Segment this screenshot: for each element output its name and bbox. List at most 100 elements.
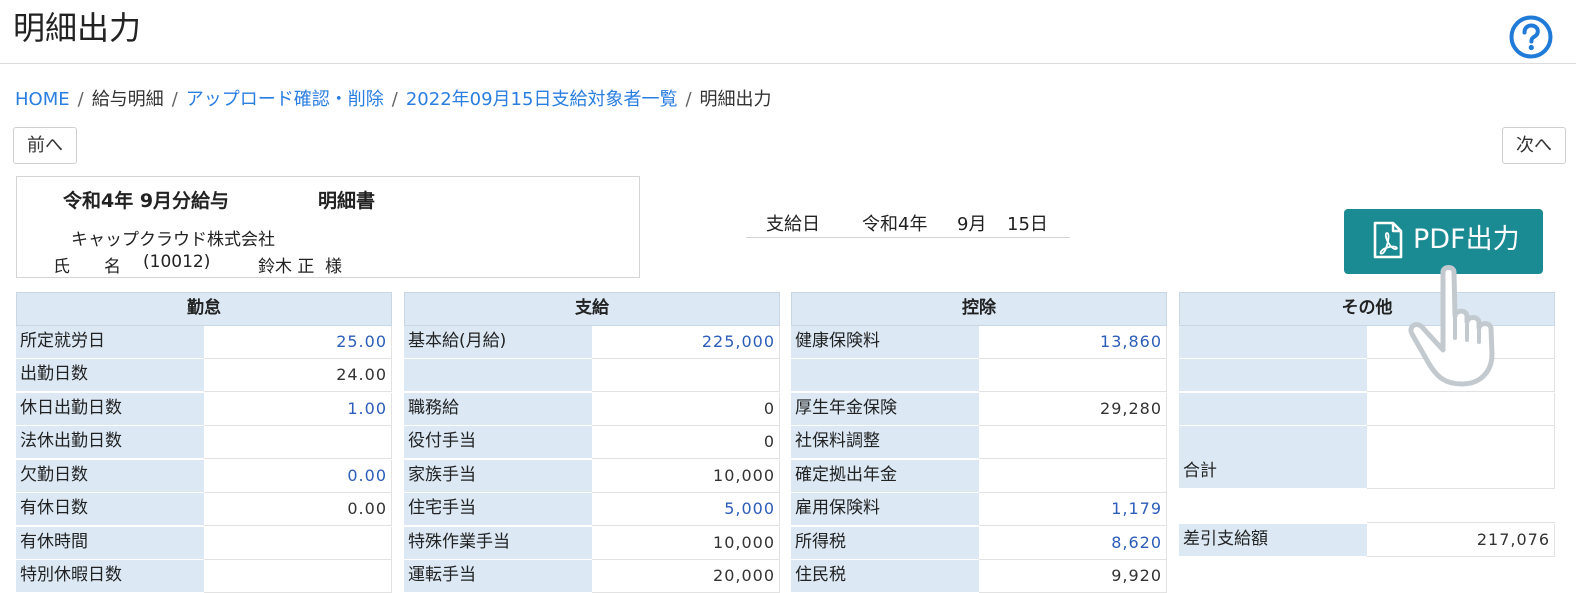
row-value: 25.00 (204, 326, 392, 359)
row-value: 29,280 (979, 393, 1167, 426)
row-value (979, 426, 1167, 459)
row-label (1179, 326, 1367, 359)
row-label: 住宅手当 (404, 493, 592, 526)
table-row: 職務給 0 (404, 393, 780, 426)
pay-date-month: 9月 (957, 214, 987, 235)
row-label: 家族手当 (404, 460, 592, 493)
page-header: 明細出力 (0, 0, 1576, 64)
row-label: 法休出勤日数 (16, 426, 204, 459)
row-label: 厚生年金保険 (791, 393, 979, 426)
attendance-section: 勤怠 所定就労日 25.00 出勤日数 24.00 休日出勤日数 1.00 法休出勤日… (16, 292, 394, 593)
table-row: 家族手当 10,000 (404, 460, 780, 493)
employee-label: 氏 名 (53, 257, 121, 277)
table-row: 法休出勤日数 (16, 426, 392, 459)
spacer-row (1179, 490, 1555, 524)
row-value: 225,000 (592, 326, 780, 359)
table-row: 運転手当 20,000 (404, 560, 780, 593)
pay-date: 支給日 令和4年 9月 15日 (746, 208, 1070, 238)
table-row: 特殊作業手当 10,000 (404, 527, 780, 560)
breadcrumb-home[interactable]: HOME (15, 89, 70, 110)
breadcrumb-upload-confirm[interactable]: アップロード確認・削除 (186, 89, 384, 110)
table-row: 特別休暇日数 (16, 560, 392, 593)
deductions-header: 控除 (791, 292, 1167, 326)
row-label (1179, 393, 1367, 426)
table-row: 欠勤日数 0.00 (16, 460, 392, 493)
employee-honorific: 様 (325, 257, 342, 277)
table-row: 有休時間 (16, 527, 392, 560)
row-label: 住民税 (791, 560, 979, 593)
next-button[interactable]: 次へ (1502, 127, 1566, 164)
row-label: 出勤日数 (16, 359, 204, 392)
net-pay-value: 217,076 (1367, 524, 1555, 557)
net-pay-label: 差引支給額 (1179, 524, 1367, 557)
row-value: 0 (592, 426, 780, 459)
table-row (1179, 393, 1555, 426)
row-label: 確定拠出年金 (791, 460, 979, 493)
employee-code: (10012) (143, 252, 211, 272)
pay-date-year: 令和4年 (862, 214, 928, 235)
row-label: 有休日数 (16, 493, 204, 526)
attendance-header: 勤怠 (16, 292, 392, 326)
row-label: 特別休暇日数 (16, 560, 204, 593)
table-row (404, 359, 780, 392)
table-row (791, 359, 1167, 392)
table-row: 厚生年金保険 29,280 (791, 393, 1167, 426)
pdf-file-icon (1373, 221, 1403, 259)
pay-date-day: 15日 (1007, 214, 1048, 235)
breadcrumb-separator: / (77, 89, 84, 110)
row-value: 0 (592, 393, 780, 426)
row-value: 9,920 (979, 560, 1167, 593)
table-row: 出勤日数 24.00 (16, 359, 392, 392)
company-name: キャップクラウド株式会社 (71, 230, 275, 250)
row-value (1367, 490, 1555, 523)
table-row: 基本給(月給) 225,000 (404, 326, 780, 359)
table-row: 健康保険料 13,860 (791, 326, 1167, 359)
row-value: 10,000 (592, 527, 780, 560)
table-row: 確定拠出年金 (791, 460, 1167, 493)
table-row: 役付手当 0 (404, 426, 780, 459)
payslip-title: 令和4年 9月分給与 (63, 190, 230, 212)
table-row: 住宅手当 5,000 (404, 493, 780, 526)
total-label: 合計 (1179, 456, 1367, 489)
row-value: 0.00 (204, 460, 392, 493)
row-label (1179, 359, 1367, 392)
row-label: 雇用保険料 (791, 493, 979, 526)
table-row: 社保料調整 (791, 426, 1167, 459)
payments-header: 支給 (404, 292, 780, 326)
row-label (791, 359, 979, 392)
row-value: 0.00 (204, 493, 392, 526)
row-label: 所定就労日 (16, 326, 204, 359)
table-row: 有休日数 0.00 (16, 493, 392, 526)
row-label: 有休時間 (16, 527, 204, 560)
prev-button[interactable]: 前へ (13, 127, 77, 164)
row-label: 運転手当 (404, 560, 592, 593)
row-label: 欠勤日数 (16, 460, 204, 493)
row-value: 1,179 (979, 493, 1167, 526)
payments-section: 支給 基本給(月給) 225,000 職務給 0 役付手当 0 家族手当 10,000 … (404, 292, 782, 593)
page-title: 明細出力 (13, 9, 142, 47)
deductions-section: 控除 健康保険料 13,860 厚生年金保険 29,280 社保料調整 確定拠出年金… (791, 292, 1169, 593)
row-value: 1.00 (204, 393, 392, 426)
row-value (979, 460, 1167, 493)
row-value (1367, 426, 1555, 459)
row-value: 24.00 (204, 359, 392, 392)
row-value (979, 359, 1167, 392)
pay-date-label: 支給日 (766, 214, 820, 235)
row-value (204, 560, 392, 593)
row-label (1179, 490, 1367, 523)
row-value (204, 527, 392, 560)
total-value (1367, 456, 1555, 489)
table-row: 住民税 9,920 (791, 560, 1167, 593)
row-value: 10,000 (592, 460, 780, 493)
net-pay-row: 差引支給額 217,076 (1179, 524, 1555, 557)
table-row: 所得税 8,620 (791, 527, 1167, 560)
row-label: 特殊作業手当 (404, 527, 592, 560)
table-row: 休日出勤日数 1.00 (16, 393, 392, 426)
question-circle-icon[interactable] (1508, 14, 1554, 60)
breadcrumb-separator: / (685, 89, 692, 110)
breadcrumb-separator: / (391, 89, 398, 110)
payslip-title-suffix: 明細書 (318, 190, 376, 212)
breadcrumb-target-list[interactable]: 2022年09月15日支給対象者一覧 (406, 89, 678, 110)
row-label: 健康保険料 (791, 326, 979, 359)
row-label (1179, 426, 1367, 459)
